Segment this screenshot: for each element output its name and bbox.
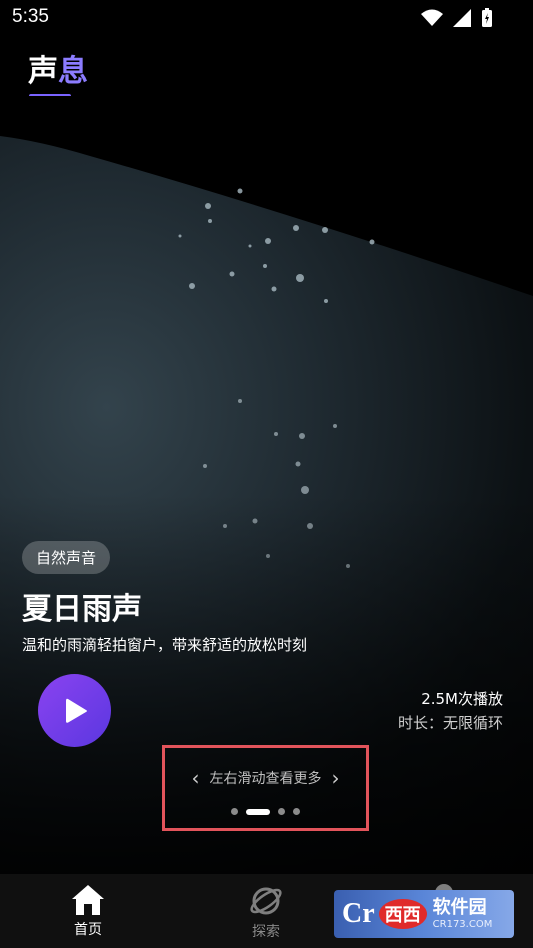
status-bar: 5:35 [0,0,533,36]
page-dot[interactable] [293,808,300,815]
tab-explore[interactable]: 探索 [206,874,326,948]
hero-card[interactable]: 自然声音 夏日雨声 温和的雨滴轻拍窗户，带来舒适的放松时刻 2.5M次播放 时长… [0,96,533,874]
play-button[interactable] [38,674,111,747]
app-title-part2: 息 [58,54,88,89]
signal-icon [453,9,471,27]
tab-home[interactable]: 首页 [28,874,148,948]
play-icon [65,698,87,723]
swipe-hint-box: ‹ 左右滑动查看更多 › [162,745,369,831]
page-dot-active[interactable] [246,808,270,815]
sound-title: 夏日雨声 [22,592,142,627]
duration-label: 时长： [397,714,443,732]
watermark-text: 软件园 CR173.COM [432,896,493,930]
rain-background-image [0,96,533,303]
battery-icon [482,8,492,27]
page-indicator [165,808,366,815]
chevron-right-icon[interactable]: › [332,766,340,790]
watermark-badge: 西西 [378,899,427,929]
watermark-name: 软件园 [432,896,487,918]
swipe-hint-text: 左右滑动查看更多 [209,771,322,787]
app-title-part1: 声 [28,54,58,89]
page-dot[interactable] [231,808,238,815]
wifi-icon [421,9,443,26]
page-dot[interactable] [278,808,285,815]
app-title: 声息 [28,46,88,90]
planet-icon [250,887,282,915]
duration: 时长：无限循环 [398,712,503,733]
status-icons [421,8,493,28]
tab-label-explore: 探索 [252,924,280,940]
watermark-logo-mark: Cr [342,898,375,929]
chevron-left-icon[interactable]: ‹ [192,766,200,790]
sound-description: 温和的雨滴轻拍窗户，带来舒适的放松时刻 [22,636,308,654]
watermark-logo: Cr 西西 软件园 CR173.COM [334,890,514,938]
swipe-hint: ‹ 左右滑动查看更多 › [165,766,366,790]
play-count: 2.5M次播放 [421,690,503,708]
watermark-url: CR173.COM [432,918,493,930]
duration-value: 无限循环 [442,714,503,732]
app-header: 声息 [0,36,533,98]
home-icon [72,885,104,915]
category-badge: 自然声音 [22,541,111,574]
tab-label-home: 首页 [74,922,102,938]
status-time: 5:35 [12,6,49,27]
